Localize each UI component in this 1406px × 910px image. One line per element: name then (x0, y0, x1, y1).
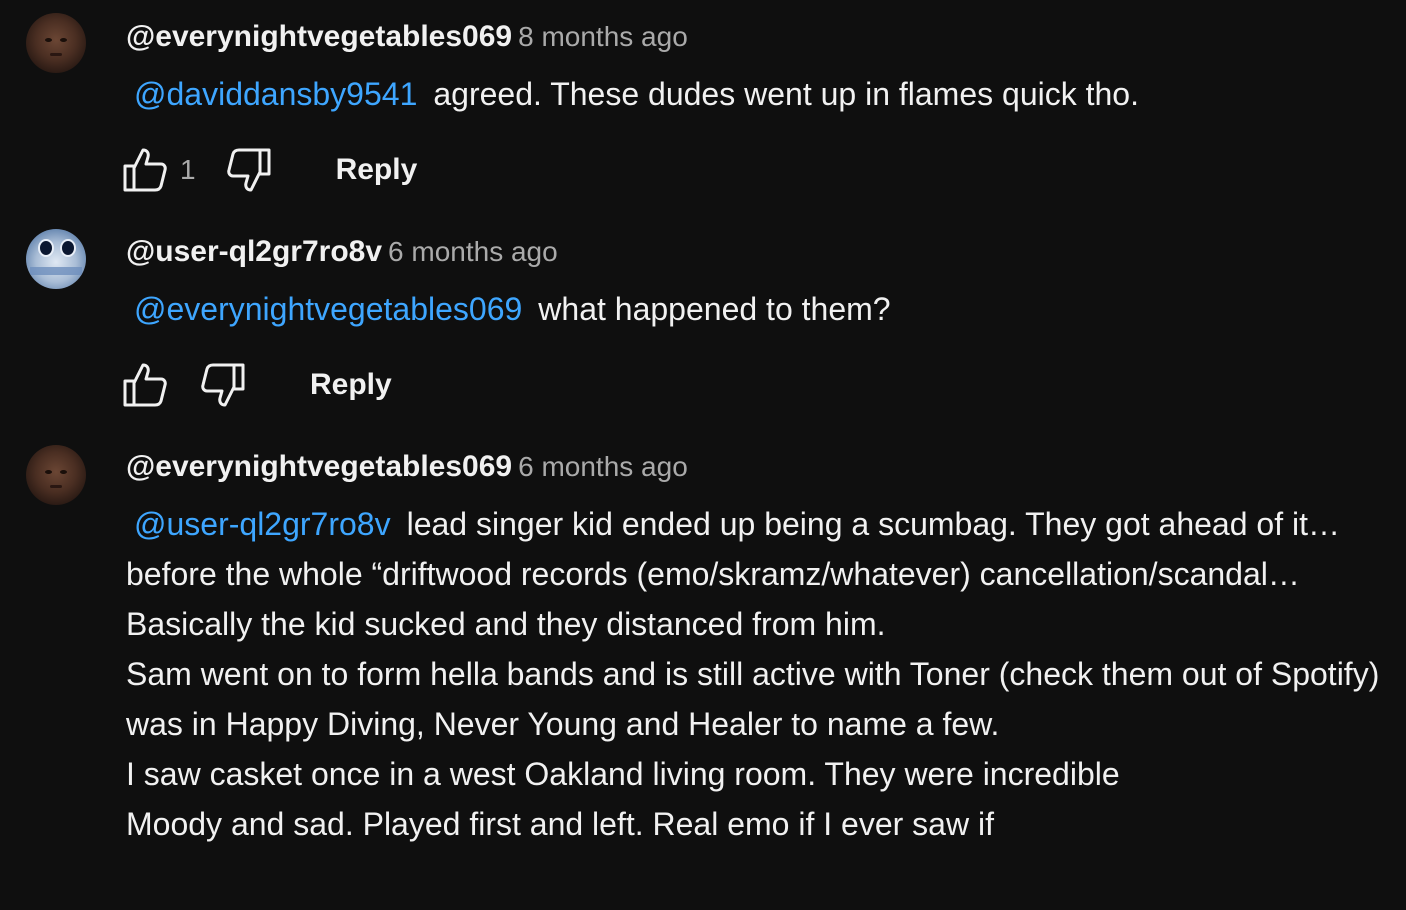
reply-button[interactable]: Reply (310, 368, 392, 402)
like-count: 1 (180, 154, 196, 185)
comment-author[interactable]: @everynightvegetables069 (126, 450, 512, 483)
comment-author[interactable]: @user-ql2gr7ro8v (126, 235, 382, 268)
avatar[interactable] (26, 229, 86, 289)
comment-body-text: what happened to them? (538, 291, 891, 327)
comment-body-text: lead singer kid ended up being a scumbag… (126, 506, 1380, 842)
mention-link[interactable]: @daviddansby9541 (134, 76, 417, 112)
comment-header: @user-ql2gr7ro8v 6 months ago (126, 234, 558, 270)
comment-timestamp[interactable]: 8 months ago (518, 21, 688, 52)
comment-text: @user-ql2gr7ro8v lead singer kid ended up… (126, 499, 1396, 849)
reply-button[interactable]: Reply (336, 153, 418, 187)
comment-header: @everynightvegetables069 6 months ago (126, 449, 688, 485)
avatar[interactable] (26, 13, 86, 73)
comment-author[interactable]: @everynightvegetables069 (126, 20, 512, 53)
thumbs-up-icon (123, 148, 167, 192)
dislike-button[interactable] (224, 145, 274, 195)
comment-actions: 1 Reply (120, 145, 417, 195)
comment-text: @everynightvegetables069 what happened to… (126, 284, 1396, 334)
mention-link[interactable]: @everynightvegetables069 (134, 291, 522, 327)
like-button[interactable] (120, 145, 170, 195)
comment-text: @daviddansby9541 agreed. These dudes went… (126, 69, 1396, 119)
like-button[interactable] (120, 360, 170, 410)
dislike-button[interactable] (198, 360, 248, 410)
comment-timestamp[interactable]: 6 months ago (518, 451, 688, 482)
comment-body-text: agreed. These dudes went up in flames qu… (433, 76, 1139, 112)
thumbs-down-icon (201, 363, 245, 407)
thumbs-up-icon (123, 363, 167, 407)
mention-link[interactable]: @user-ql2gr7ro8v (134, 506, 391, 542)
comment-header: @everynightvegetables069 8 months ago (126, 19, 688, 55)
comment-actions: Reply (120, 360, 392, 410)
comment-timestamp[interactable]: 6 months ago (388, 236, 558, 267)
avatar[interactable] (26, 445, 86, 505)
thumbs-down-icon (226, 148, 271, 192)
